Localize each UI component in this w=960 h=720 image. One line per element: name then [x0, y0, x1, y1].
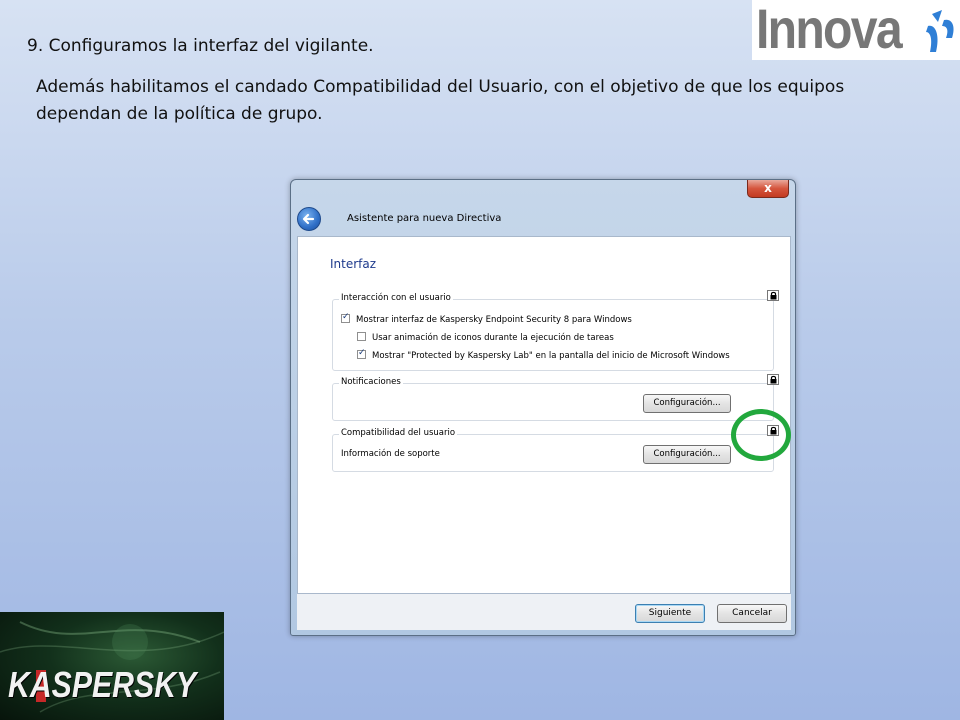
checkbox-row-show-protected[interactable]: Mostrar "Protected by Kaspersky Lab" en … [357, 348, 730, 361]
innova-mark-icon [926, 10, 954, 52]
label-show-interface: Mostrar interfaz de Kaspersky Endpoint S… [356, 315, 632, 325]
lock-icon [770, 375, 777, 384]
blurred-titlebar-text [299, 183, 739, 203]
wizard-window: x Asistente para nueva Directiva Interfa… [290, 179, 796, 636]
support-info-label: Información de soporte [341, 449, 440, 459]
checkbox-use-animation[interactable] [357, 332, 366, 341]
notifications-config-button[interactable]: Configuración... [643, 394, 731, 413]
cancel-button[interactable]: Cancelar [717, 604, 787, 623]
highlight-circle [731, 409, 791, 461]
wizard-content: Interfaz Interacción con el usuario Most… [297, 236, 791, 594]
innova-logo-text: Innova [756, 0, 903, 60]
lock-interaction[interactable] [767, 290, 779, 301]
compatibility-config-button[interactable]: Configuración... [643, 445, 731, 464]
wizard-footer: Siguiente Cancelar [297, 594, 791, 630]
group-user-interaction: Interacción con el usuario Mostrar inter… [332, 290, 779, 371]
checkbox-show-interface[interactable] [341, 312, 350, 323]
back-arrow-icon [302, 213, 315, 225]
checkbox-show-protected[interactable] [357, 348, 366, 359]
slide-title: 9. Configuramos la interfaz del vigilant… [27, 36, 374, 56]
lock-notifications[interactable] [767, 374, 779, 385]
group-title-interaction: Interacción con el usuario [339, 293, 453, 303]
label-show-protected: Mostrar "Protected by Kaspersky Lab" en … [372, 351, 730, 361]
group-notifications: Notificaciones Configuración... [332, 374, 779, 421]
slide-description: Además habilitamos el candado Compatibil… [36, 77, 845, 124]
next-button[interactable]: Siguiente [635, 604, 705, 623]
lock-icon [770, 291, 777, 300]
wizard-title: Asistente para nueva Directiva [347, 213, 502, 224]
kaspersky-logo-text: KASPERSKY [8, 664, 197, 705]
label-use-animation: Usar animación de iconos durante la ejec… [372, 333, 614, 343]
close-button[interactable]: x [747, 180, 789, 198]
kaspersky-logo: KASPERSKY [0, 612, 224, 720]
checkbox-row-use-animation[interactable]: Usar animación de iconos durante la ejec… [357, 332, 614, 343]
checkbox-row-show-interface[interactable]: Mostrar interfaz de Kaspersky Endpoint S… [341, 312, 632, 325]
close-icon: x [764, 181, 772, 195]
back-button[interactable] [297, 207, 321, 231]
group-title-notifications: Notificaciones [339, 377, 403, 387]
page-heading: Interfaz [330, 257, 377, 271]
group-user-compatibility: Compatibilidad del usuario Información d… [332, 425, 779, 472]
wizard-header: Asistente para nueva Directiva [295, 204, 791, 236]
group-title-compatibility: Compatibilidad del usuario [339, 428, 458, 438]
innova-logo: Innova [752, 0, 960, 60]
